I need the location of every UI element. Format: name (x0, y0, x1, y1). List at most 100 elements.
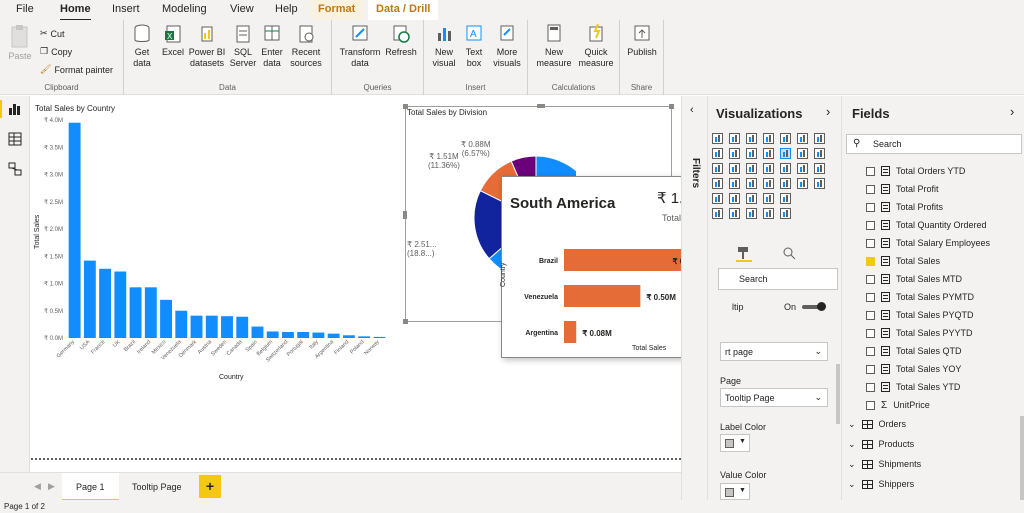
filters-pane-collapsed[interactable]: ‹ Filters (681, 96, 707, 500)
resize-handle-tr[interactable] (669, 104, 674, 109)
field-item[interactable]: Total Profit (866, 180, 939, 198)
visual-type-icon[interactable] (712, 193, 723, 204)
sql-server-button[interactable]: SQL Server (228, 23, 258, 69)
field-item[interactable]: Σ UnitPrice (866, 396, 930, 414)
format-tab-icon[interactable] (736, 246, 752, 262)
field-checkbox[interactable] (866, 400, 875, 410)
field-item[interactable]: Total Profits (866, 198, 943, 216)
resize-handle-bl[interactable] (403, 319, 408, 324)
model-view-icon[interactable] (8, 162, 22, 176)
visual-type-icon[interactable] (780, 193, 791, 204)
bar[interactable] (236, 316, 249, 338)
tab-format[interactable]: Format (310, 0, 364, 20)
visual-type-icon[interactable] (814, 163, 825, 174)
field-checkbox[interactable] (866, 382, 875, 392)
new-visual-button[interactable]: New visual (430, 23, 458, 69)
enter-data-button[interactable]: Enter data (258, 23, 286, 69)
field-item[interactable]: Total Orders YTD (866, 162, 965, 180)
visual-type-icon[interactable] (763, 193, 774, 204)
page-type-select[interactable]: rt page ⌄ (720, 342, 828, 361)
tab-modeling[interactable]: Modeling (162, 3, 207, 15)
field-item[interactable]: Total Sales YTD (866, 378, 960, 396)
visual-type-icon[interactable] (729, 163, 740, 174)
copy-button[interactable]: ❐ Copy (40, 46, 72, 57)
paste-button[interactable]: Paste (6, 23, 34, 62)
visual-type-icon[interactable] (763, 133, 774, 144)
visual-type-icon[interactable] (746, 133, 757, 144)
bar[interactable] (327, 333, 340, 338)
field-checkbox[interactable] (866, 328, 875, 338)
format-painter-button[interactable]: 🖌 Format painter (40, 64, 113, 75)
fields-search-input[interactable]: ⚲ Search (846, 134, 1022, 154)
visual-type-icon[interactable] (746, 208, 757, 219)
resize-handle-ml[interactable] (403, 211, 407, 219)
visual-type-icon[interactable] (712, 163, 723, 174)
field-checkbox[interactable] (866, 292, 875, 302)
visual-type-icon[interactable] (797, 163, 808, 174)
visual-type-icon[interactable] (712, 178, 723, 189)
field-checkbox[interactable] (866, 238, 875, 248)
field-item[interactable]: Total Sales MTD (866, 270, 962, 288)
transform-data-button[interactable]: Transform data (338, 23, 382, 69)
tab-data-drill[interactable]: Data / Drill (368, 0, 439, 20)
visual-type-icon[interactable] (814, 178, 825, 189)
visual-type-icon[interactable] (729, 193, 740, 204)
visual-type-icon[interactable] (814, 148, 825, 159)
field-item[interactable]: Total Quantity Ordered (866, 216, 987, 234)
table-item[interactable]: ⌄ Shippers (848, 475, 914, 493)
field-checkbox[interactable] (866, 364, 875, 374)
bar[interactable] (99, 268, 112, 338)
next-page-icon[interactable]: ▶ (48, 481, 55, 492)
field-item[interactable]: Total Salary Employees (866, 234, 990, 252)
page-select[interactable]: Tooltip Page ⌄ (720, 388, 828, 407)
visual-type-icon[interactable] (780, 163, 791, 174)
fields-scrollbar[interactable] (1020, 416, 1024, 500)
tab-help[interactable]: Help (275, 3, 298, 15)
visual-type-icon[interactable] (729, 208, 740, 219)
field-checkbox[interactable] (866, 220, 875, 230)
chevron-down-icon[interactable]: ⌄ (848, 439, 856, 450)
visual-type-icon[interactable] (797, 178, 808, 189)
visual-type-icon[interactable] (763, 163, 774, 174)
tab-file[interactable]: File (16, 3, 34, 15)
visual-type-icon[interactable] (780, 178, 791, 189)
field-checkbox[interactable] (866, 166, 875, 176)
visual-type-icon[interactable] (746, 163, 757, 174)
bar[interactable] (266, 331, 279, 338)
field-item[interactable]: Total Sales YOY (866, 360, 961, 378)
bar[interactable] (373, 336, 386, 338)
bar[interactable] (221, 316, 233, 338)
cut-button[interactable]: ✂ Cut (40, 28, 65, 39)
visual-type-icon[interactable] (712, 133, 723, 144)
bar[interactable] (160, 299, 172, 338)
format-search-input[interactable]: Search (718, 268, 838, 290)
visual-type-icon[interactable] (797, 133, 808, 144)
visual-type-icon[interactable] (746, 178, 757, 189)
bar[interactable] (129, 287, 142, 338)
field-item[interactable]: Total Sales PYMTD (866, 288, 974, 306)
get-data-button[interactable]: Get data (128, 23, 156, 69)
bar[interactable] (297, 332, 310, 338)
visual-type-icon[interactable] (729, 178, 740, 189)
bar[interactable] (282, 332, 294, 338)
text-box-button[interactable]: A Text box (460, 23, 488, 69)
prev-page-icon[interactable]: ◀ (34, 481, 41, 492)
visual-type-icon[interactable] (797, 148, 808, 159)
field-checkbox[interactable] (866, 310, 875, 320)
tab-insert[interactable]: Insert (112, 3, 140, 15)
visual-type-icon[interactable] (729, 133, 740, 144)
chevron-right-icon[interactable]: › (826, 104, 830, 119)
more-visuals-button[interactable]: More visuals (490, 23, 524, 69)
tooltip-toggle[interactable] (802, 302, 826, 311)
visual-type-icon[interactable] (780, 208, 791, 219)
field-checkbox[interactable] (866, 256, 875, 266)
field-item[interactable]: Total Sales PYYTD (866, 324, 973, 342)
field-item[interactable]: Total Sales PYQTD (866, 306, 974, 324)
table-item[interactable]: ⌄ Products (848, 435, 914, 453)
tab-view[interactable]: View (230, 3, 254, 15)
value-color-picker[interactable]: ▼ (720, 483, 750, 500)
field-item[interactable]: Total Sales (866, 252, 940, 270)
chevron-left-icon[interactable]: ‹ (690, 104, 694, 116)
power-bi-datasets-button[interactable]: Power BI datasets (188, 23, 226, 69)
bar[interactable] (205, 315, 218, 338)
